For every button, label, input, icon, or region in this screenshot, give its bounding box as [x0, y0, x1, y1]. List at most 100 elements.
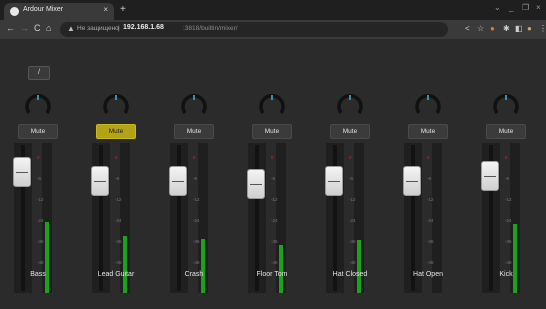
- pan-knob[interactable]: [414, 93, 442, 115]
- meter-tick-label: -6: [505, 176, 510, 181]
- meter-tick-label: -48: [115, 260, 122, 265]
- meter-tick-label: -12: [505, 197, 512, 202]
- extension-icon[interactable]: ●: [490, 24, 495, 33]
- meter-tick-label: 0: [271, 155, 274, 160]
- meter-tick-label: -6: [37, 176, 42, 181]
- share-icon[interactable]: <: [465, 24, 470, 33]
- profile-avatar-icon[interactable]: ●: [527, 24, 532, 33]
- mute-button[interactable]: Mute: [486, 124, 526, 139]
- meter-level: [279, 245, 283, 293]
- browser-tab[interactable]: Ardour Mixer ×: [4, 3, 114, 20]
- meter-tick-label: -36: [427, 239, 434, 244]
- url-host: 192.168.1.68: [123, 24, 164, 31]
- meter-tick-label: -48: [505, 260, 512, 265]
- menu-icon[interactable]: ⋮: [539, 24, 546, 33]
- meter-tick-label: -48: [193, 260, 200, 265]
- url-separator: |: [118, 25, 120, 32]
- meter-tick-label: -24: [271, 218, 278, 223]
- pan-knob[interactable]: [336, 93, 364, 115]
- meter-tick-label: 0: [115, 155, 118, 160]
- tab-close-icon[interactable]: ×: [103, 5, 108, 14]
- meter-tick-label: 0: [505, 155, 508, 160]
- channel-name: Hat Open: [413, 271, 443, 278]
- mixer-area: / Mute 0 -6 -12 -24 -36 -48 Bass Mute 0 -6 -12 -24 -3…: [0, 39, 546, 309]
- meter-tick-label: -36: [349, 239, 356, 244]
- meter-tick-label: 0: [349, 155, 352, 160]
- fader-handle[interactable]: [13, 157, 31, 187]
- browser-toolbar: ← → C ⌂ ▲ Не защищено | 192.168.1.68 :38…: [0, 20, 546, 39]
- fader-handle[interactable]: [91, 166, 109, 196]
- ardour-favicon-icon: [10, 7, 19, 16]
- meter-tick-label: -6: [271, 176, 276, 181]
- close-window-button[interactable]: ×: [536, 3, 541, 12]
- meter-tick-label: -6: [115, 176, 120, 181]
- channel-name: Kick: [499, 271, 513, 278]
- pan-knob[interactable]: [180, 93, 208, 115]
- mute-button[interactable]: Mute: [330, 124, 370, 139]
- meter-tick-label: -48: [37, 260, 44, 265]
- channel-strip: Mute 0 -6 -12 -24 -36 -48 Crash: [164, 39, 224, 299]
- sidebar-icon[interactable]: ◧: [515, 24, 523, 33]
- mute-button[interactable]: Mute: [18, 124, 58, 139]
- mute-button[interactable]: Mute: [96, 124, 136, 139]
- meter-tick-label: 0: [427, 155, 430, 160]
- new-tab-button[interactable]: +: [120, 4, 126, 15]
- meter-tick-label: -36: [193, 239, 200, 244]
- tab-search-icon[interactable]: ⌄: [494, 3, 501, 12]
- mute-button[interactable]: Mute: [174, 124, 214, 139]
- puzzle-icon[interactable]: ✱: [503, 24, 510, 33]
- channel-strip: Mute 0 -6 -12 -24 -36 -48 Floor Tom: [242, 39, 302, 299]
- meter-tick-label: -12: [427, 197, 434, 202]
- channel-name: Crash: [184, 271, 204, 278]
- forward-button[interactable]: →: [20, 23, 29, 33]
- pan-knob[interactable]: [492, 93, 520, 115]
- meter-tick-label: -12: [193, 197, 200, 202]
- meter-tick-label: -6: [193, 176, 198, 181]
- back-button[interactable]: ←: [6, 23, 15, 33]
- mute-button[interactable]: Mute: [408, 124, 448, 139]
- pan-knob[interactable]: [258, 93, 286, 115]
- maximize-button[interactable]: ❐: [522, 3, 529, 12]
- channel-strip: Mute 0 -6 -12 -24 -36 -48 Kick: [476, 39, 536, 299]
- meter-tick-label: 0: [37, 155, 40, 160]
- fader-slot: [255, 145, 259, 291]
- security-label: Не защищено: [77, 25, 119, 32]
- pan-knob[interactable]: [102, 93, 130, 115]
- meter-level: [45, 222, 49, 293]
- meter-tick-label: -12: [115, 197, 122, 202]
- meter-tick-label: -12: [271, 197, 278, 202]
- meter-level: [201, 239, 205, 293]
- meter-tick-label: -24: [427, 218, 434, 223]
- fader-handle[interactable]: [247, 169, 265, 199]
- mute-button[interactable]: Mute: [252, 124, 292, 139]
- meter-tick-label: 0: [193, 155, 196, 160]
- warning-icon: ▲: [67, 24, 75, 33]
- reload-button[interactable]: C: [34, 23, 41, 33]
- home-button[interactable]: ⌂: [46, 23, 51, 33]
- fader-handle[interactable]: [403, 166, 421, 196]
- meter-tick-label: -24: [193, 218, 200, 223]
- fader-handle[interactable]: [325, 166, 343, 196]
- pan-knob[interactable]: [24, 93, 52, 115]
- meter-tick-label: -36: [505, 239, 512, 244]
- address-bar[interactable]: ▲ Не защищено | 192.168.1.68 :3818/built…: [60, 22, 448, 37]
- meter-tick-label: -36: [271, 239, 278, 244]
- meter-tick-label: -12: [349, 197, 356, 202]
- fader-handle[interactable]: [481, 161, 499, 191]
- tab-title: Ardour Mixer: [23, 6, 64, 13]
- meter-tick-label: -12: [37, 197, 44, 202]
- meter-tick-label: -24: [505, 218, 512, 223]
- meter-tick-label: -6: [427, 176, 432, 181]
- bookmark-star-icon[interactable]: ☆: [477, 24, 484, 33]
- channel-name: Floor Tom: [256, 271, 288, 278]
- meter-tick-label: -36: [115, 239, 122, 244]
- meter-tick-label: -24: [115, 218, 122, 223]
- meter-tick-label: -24: [349, 218, 356, 223]
- meter-tick-label: -6: [349, 176, 354, 181]
- fader-handle[interactable]: [169, 166, 187, 196]
- meter-tick-label: -48: [271, 260, 278, 265]
- meter-level: [513, 224, 517, 293]
- channel-strip: Mute 0 -6 -12 -24 -36 -48 Hat Open: [398, 39, 458, 299]
- meter-tick-label: -36: [37, 239, 44, 244]
- minimize-button[interactable]: _: [509, 3, 513, 12]
